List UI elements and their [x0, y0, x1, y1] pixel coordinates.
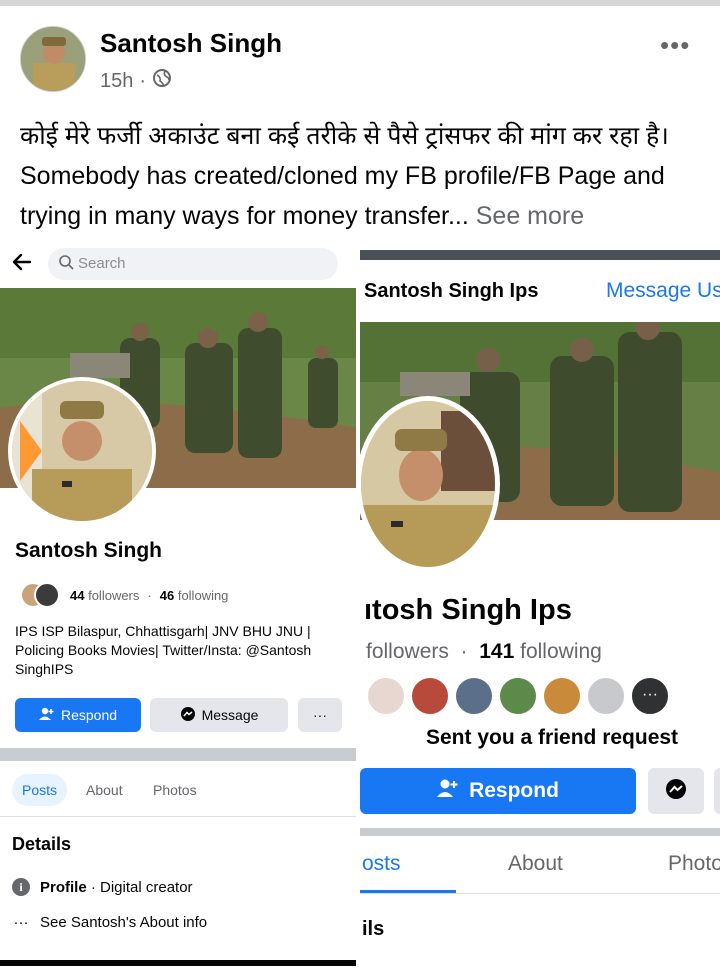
tabs-divider — [0, 816, 356, 817]
stat-separator: · — [147, 587, 152, 603]
post-text-hindi: कोई मेरे फर्जी अकाउंट बना कई तरीके से पै… — [20, 122, 669, 150]
profile-type: · Digital creator — [86, 878, 193, 896]
tab-about[interactable]: About — [76, 774, 133, 806]
meta-separator: · — [139, 69, 147, 92]
tab-photos[interactable]: Photos — [143, 774, 207, 806]
section-divider — [360, 828, 720, 836]
screenshot-fake-page: Santosh Singh Ips Message Us ıtosh Singh… — [360, 250, 720, 974]
follow-stats: followers · 141 following — [366, 640, 602, 664]
profile-type-row: i Profile · Digital creator — [12, 878, 193, 896]
follow-stats: 44 followers · 46 following — [20, 582, 228, 608]
following-label: following — [520, 640, 602, 663]
back-arrow-icon[interactable] — [10, 250, 34, 281]
stat-separator: · — [454, 640, 474, 663]
author-name[interactable]: Santosh Singh — [100, 28, 282, 59]
bottom-border — [0, 960, 356, 966]
see-more-link[interactable]: See more — [476, 202, 584, 230]
search-bar: Search — [0, 242, 356, 286]
tab-posts[interactable]: Posts — [12, 774, 68, 806]
profile-bio: IPS ISP Bilaspur, Chhattisgarh| JNV BHU … — [15, 623, 312, 677]
search-input[interactable]: Search — [48, 248, 338, 280]
message-label: Message — [201, 707, 259, 723]
messenger-icon — [665, 778, 687, 805]
more-horizontal-icon[interactable]: ••• — [660, 30, 690, 61]
search-placeholder: Search — [78, 255, 126, 272]
message-us-link[interactable]: Message Us — [606, 279, 720, 303]
profile-tabs: Posts About Photos — [0, 772, 356, 808]
respond-label: Respond — [60, 707, 118, 723]
following-count: 46 — [159, 587, 175, 603]
following-count: 141 — [479, 640, 515, 663]
mutual-friends-avatars: ··· — [366, 676, 670, 716]
post-header: Santosh Singh 15h · ••• — [0, 6, 720, 106]
profile-name: ıtosh Singh Ips — [364, 594, 572, 626]
message-button[interactable] — [648, 768, 704, 814]
add-friend-icon — [38, 707, 55, 724]
profile-picture[interactable] — [8, 377, 156, 525]
message-button[interactable]: Message — [150, 698, 288, 732]
followers-label: followers — [88, 587, 140, 603]
profile-name: Santosh Singh — [15, 539, 162, 562]
tab-photos[interactable]: Photo — [668, 852, 720, 876]
respond-button[interactable]: Respond — [15, 698, 141, 732]
post-time[interactable]: 15h — [100, 70, 133, 93]
page-name: Santosh Singh Ips — [364, 280, 539, 302]
top-bar — [360, 250, 720, 260]
ellipsis-icon: ··· — [13, 914, 29, 931]
friend-request-text: Sent you a friend request — [426, 726, 679, 749]
following-label: following — [177, 587, 229, 603]
profile-picture[interactable] — [360, 396, 500, 572]
post-body: कोई मेरे फर्जी अकाउंट बना कई तरीके से पै… — [20, 116, 710, 236]
follower-avatar[interactable] — [34, 582, 60, 608]
tab-posts[interactable]: osts — [362, 852, 401, 876]
friend-avatar[interactable] — [366, 676, 406, 716]
friend-avatar[interactable] — [410, 676, 450, 716]
messenger-icon — [180, 706, 196, 725]
friend-avatar[interactable] — [586, 676, 626, 716]
author-avatar[interactable] — [20, 26, 86, 92]
more-options-button[interactable] — [714, 768, 720, 814]
search-icon — [58, 254, 74, 275]
add-friend-icon — [437, 778, 459, 804]
more-options-button[interactable]: ··· — [298, 698, 342, 732]
more-friends-icon[interactable]: ··· — [630, 676, 670, 716]
section-divider — [0, 747, 356, 761]
tab-about[interactable]: About — [508, 852, 563, 876]
globe-icon — [152, 68, 172, 94]
details-heading: Details — [12, 834, 72, 854]
details-heading: ils — [362, 918, 385, 940]
post-meta: 15h · — [100, 68, 172, 94]
respond-button[interactable]: Respond — [360, 768, 636, 814]
friend-avatar[interactable] — [542, 676, 582, 716]
respond-label: Respond — [469, 779, 559, 802]
tabs-divider — [360, 893, 720, 894]
profile-label: Profile — [40, 878, 87, 896]
about-info-label: See Santosh's About info — [40, 914, 208, 931]
info-icon: i — [12, 878, 30, 896]
screenshot-fake-profile: Search Santosh Singh 44 followers · 46 f… — [0, 242, 358, 974]
followers-label: followers — [366, 640, 449, 663]
friend-avatar[interactable] — [498, 676, 538, 716]
about-info-link[interactable]: ··· See Santosh's About info — [12, 914, 208, 931]
followers-count: 44 — [70, 587, 85, 603]
friend-avatar[interactable] — [454, 676, 494, 716]
